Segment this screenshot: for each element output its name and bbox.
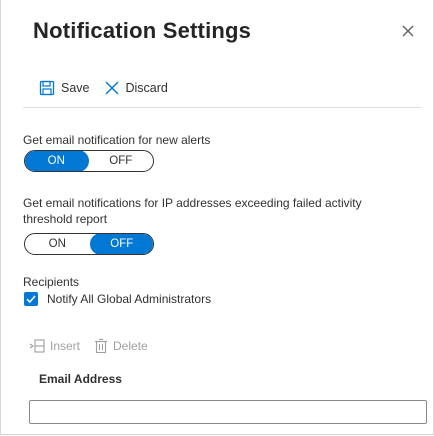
table-command-bar: Insert Delete bbox=[29, 338, 148, 354]
insert-label: Insert bbox=[50, 339, 81, 353]
ip-toggle-off[interactable]: OFF bbox=[89, 234, 153, 254]
discard-button[interactable]: Discard bbox=[104, 80, 168, 96]
notify-admins-checkbox[interactable] bbox=[24, 292, 38, 306]
notify-admins-label: Notify All Global Administrators bbox=[47, 292, 212, 306]
discard-label: Discard bbox=[125, 81, 168, 95]
close-button[interactable] bbox=[397, 20, 419, 42]
email-address-column-header: Email Address bbox=[39, 372, 122, 386]
delete-button[interactable]: Delete bbox=[94, 338, 148, 354]
recipients-heading: Recipients bbox=[23, 275, 80, 289]
command-bar: Save Discard bbox=[39, 80, 168, 96]
alerts-toggle-off[interactable]: OFF bbox=[89, 151, 154, 171]
ip-setting-label-line2: threshold report bbox=[23, 212, 108, 226]
alerts-toggle[interactable]: ON OFF bbox=[24, 150, 154, 172]
checkmark-icon bbox=[26, 295, 36, 304]
save-button[interactable]: Save bbox=[39, 80, 90, 96]
insert-row-icon bbox=[29, 339, 45, 353]
close-icon bbox=[402, 25, 414, 37]
trash-icon bbox=[95, 338, 108, 354]
save-label: Save bbox=[61, 81, 90, 95]
ip-toggle[interactable]: ON OFF bbox=[24, 233, 154, 255]
alerts-setting-label: Get email notification for new alerts bbox=[23, 133, 211, 147]
alerts-toggle-on[interactable]: ON bbox=[25, 151, 89, 171]
ip-setting-label-line1: Get email notifications for IP addresses… bbox=[23, 196, 362, 210]
save-icon bbox=[39, 80, 55, 96]
email-address-input[interactable] bbox=[29, 400, 427, 424]
notification-settings-panel: Notification Settings Save Discard Get e… bbox=[0, 0, 434, 435]
discard-icon bbox=[105, 81, 118, 95]
toolbar-divider bbox=[23, 107, 421, 108]
ip-toggle-on[interactable]: ON bbox=[25, 234, 90, 254]
dialog-title: Notification Settings bbox=[33, 18, 252, 43]
insert-button[interactable]: Insert bbox=[29, 338, 80, 354]
delete-label: Delete bbox=[113, 339, 148, 353]
